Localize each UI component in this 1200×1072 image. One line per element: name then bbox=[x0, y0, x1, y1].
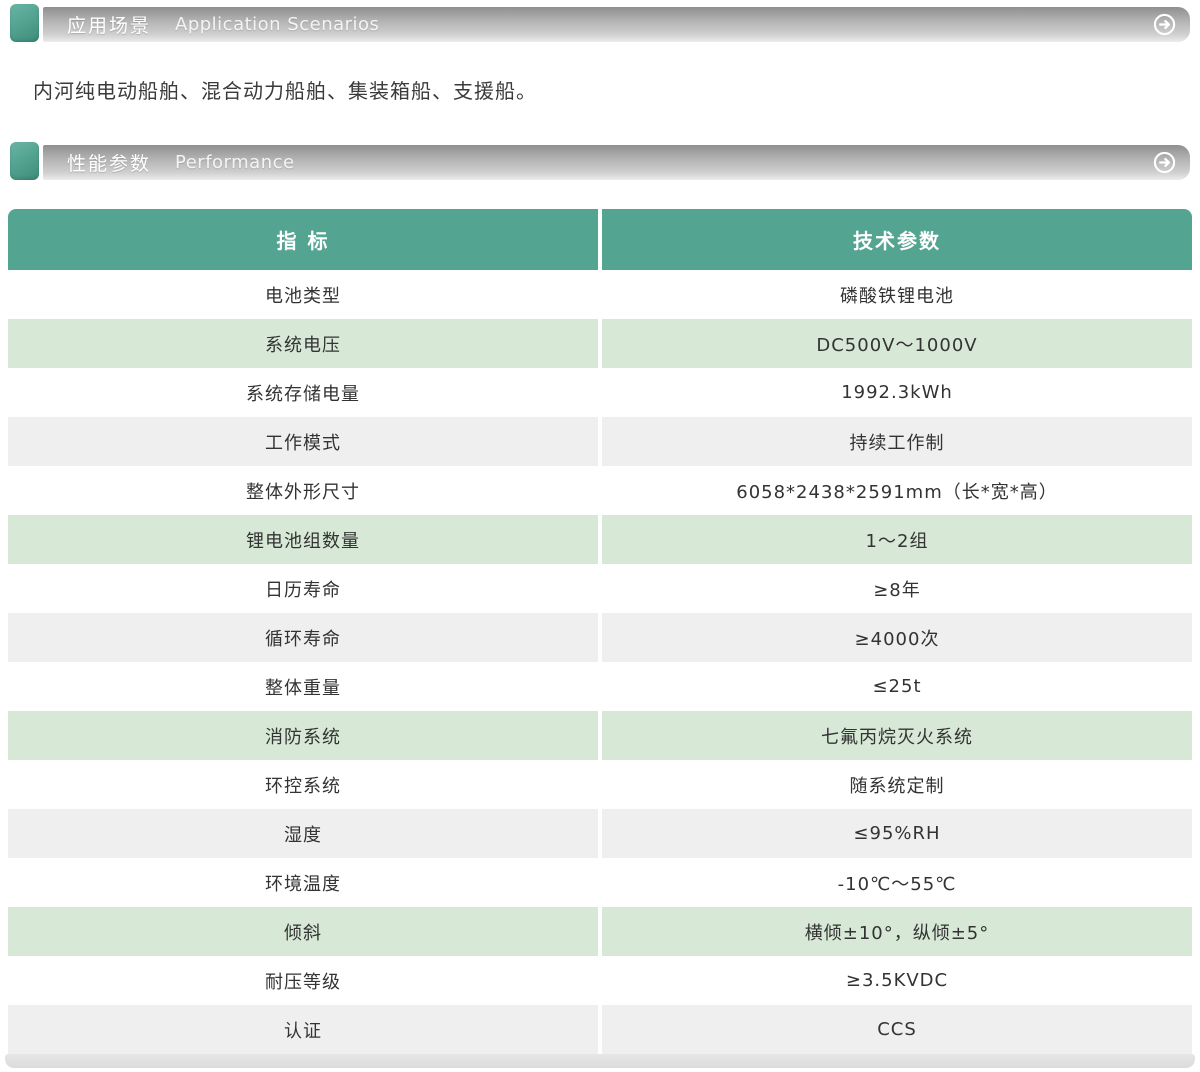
circle-right-arrow-icon[interactable] bbox=[1153, 151, 1176, 174]
value-cell: 6058*2438*2591mm（长*宽*高） bbox=[600, 466, 1192, 515]
indicator-cell: 循环寿命 bbox=[8, 613, 600, 662]
table-row: 耐压等级≥3.5KVDC bbox=[8, 956, 1192, 1005]
indicator-cell: 工作模式 bbox=[8, 417, 600, 466]
table-row: 电池类型磷酸铁锂电池 bbox=[8, 270, 1192, 319]
value-cell: ≥3.5KVDC bbox=[600, 956, 1192, 1005]
circle-right-arrow-icon[interactable] bbox=[1153, 13, 1176, 36]
performance-title-cn: 性能参数 bbox=[67, 149, 151, 176]
indicator-cell: 整体重量 bbox=[8, 662, 600, 711]
value-cell: 七氟丙烷灭火系统 bbox=[600, 711, 1192, 760]
table-row: 锂电池组数量1～2组 bbox=[8, 515, 1192, 564]
table-row: 整体重量≤25t bbox=[8, 662, 1192, 711]
table-row: 倾斜横倾±10°，纵倾±5° bbox=[8, 907, 1192, 956]
value-cell: ≥4000次 bbox=[600, 613, 1192, 662]
indicator-cell: 系统存储电量 bbox=[8, 368, 600, 417]
indicator-cell: 日历寿命 bbox=[8, 564, 600, 613]
table-row: 系统存储电量1992.3kWh bbox=[8, 368, 1192, 417]
table-header-row: 指 标 技术参数 bbox=[8, 209, 1192, 270]
indicator-cell: 认证 bbox=[8, 1005, 600, 1054]
table-row: 循环寿命≥4000次 bbox=[8, 613, 1192, 662]
value-cell: 磷酸铁锂电池 bbox=[600, 270, 1192, 319]
indicator-cell: 环控系统 bbox=[8, 760, 600, 809]
application-title-cn: 应用场景 bbox=[67, 11, 151, 38]
performance-title-en: Performance bbox=[175, 152, 295, 173]
application-scenarios-text: 内河纯电动船舶、混合动力船舶、集装箱船、支援船。 bbox=[33, 75, 1167, 104]
indicator-cell: 环境温度 bbox=[8, 858, 600, 907]
value-cell: 横倾±10°，纵倾±5° bbox=[600, 907, 1192, 956]
section-marker-chip bbox=[10, 4, 39, 42]
indicator-cell: 耐压等级 bbox=[8, 956, 600, 1005]
table-row: 湿度≤95%RH bbox=[8, 809, 1192, 858]
table-row: 日历寿命≥8年 bbox=[8, 564, 1192, 613]
indicator-cell: 系统电压 bbox=[8, 319, 600, 368]
indicator-cell: 电池类型 bbox=[8, 270, 600, 319]
application-banner-bar: 应用场景 Application Scenarios bbox=[43, 7, 1190, 42]
application-title-en: Application Scenarios bbox=[175, 14, 379, 35]
indicator-cell: 锂电池组数量 bbox=[8, 515, 600, 564]
table-bottom-shadow bbox=[5, 1054, 1195, 1068]
indicator-cell: 倾斜 bbox=[8, 907, 600, 956]
performance-table-body: 电池类型磷酸铁锂电池系统电压DC500V～1000V系统存储电量1992.3kW… bbox=[8, 270, 1192, 1054]
value-cell: ≥8年 bbox=[600, 564, 1192, 613]
header-technical-parameters: 技术参数 bbox=[600, 209, 1192, 270]
spacer bbox=[0, 104, 1200, 142]
value-cell: 随系统定制 bbox=[600, 760, 1192, 809]
section-marker-chip bbox=[10, 142, 39, 180]
header-indicator: 指 标 bbox=[8, 209, 600, 270]
table-row: 工作模式持续工作制 bbox=[8, 417, 1192, 466]
value-cell: DC500V～1000V bbox=[600, 319, 1192, 368]
table-row: 环控系统随系统定制 bbox=[8, 760, 1192, 809]
section-header-application: 应用场景 Application Scenarios bbox=[10, 0, 1190, 42]
performance-table: 指 标 技术参数 电池类型磷酸铁锂电池系统电压DC500V～1000V系统存储电… bbox=[8, 209, 1192, 1054]
value-cell: 持续工作制 bbox=[600, 417, 1192, 466]
table-row: 认证CCS bbox=[8, 1005, 1192, 1054]
value-cell: 1992.3kWh bbox=[600, 368, 1192, 417]
performance-banner-bar: 性能参数 Performance bbox=[43, 145, 1190, 180]
table-row: 系统电压DC500V～1000V bbox=[8, 319, 1192, 368]
value-cell: 1～2组 bbox=[600, 515, 1192, 564]
value-cell: ≤95%RH bbox=[600, 809, 1192, 858]
table-row: 消防系统七氟丙烷灭火系统 bbox=[8, 711, 1192, 760]
value-cell: ≤25t bbox=[600, 662, 1192, 711]
table-row: 环境温度-10℃～55℃ bbox=[8, 858, 1192, 907]
section-header-performance: 性能参数 Performance bbox=[10, 142, 1190, 180]
indicator-cell: 湿度 bbox=[8, 809, 600, 858]
value-cell: -10℃～55℃ bbox=[600, 858, 1192, 907]
value-cell: CCS bbox=[600, 1005, 1192, 1054]
indicator-cell: 消防系统 bbox=[8, 711, 600, 760]
table-row: 整体外形尺寸6058*2438*2591mm（长*宽*高） bbox=[8, 466, 1192, 515]
indicator-cell: 整体外形尺寸 bbox=[8, 466, 600, 515]
